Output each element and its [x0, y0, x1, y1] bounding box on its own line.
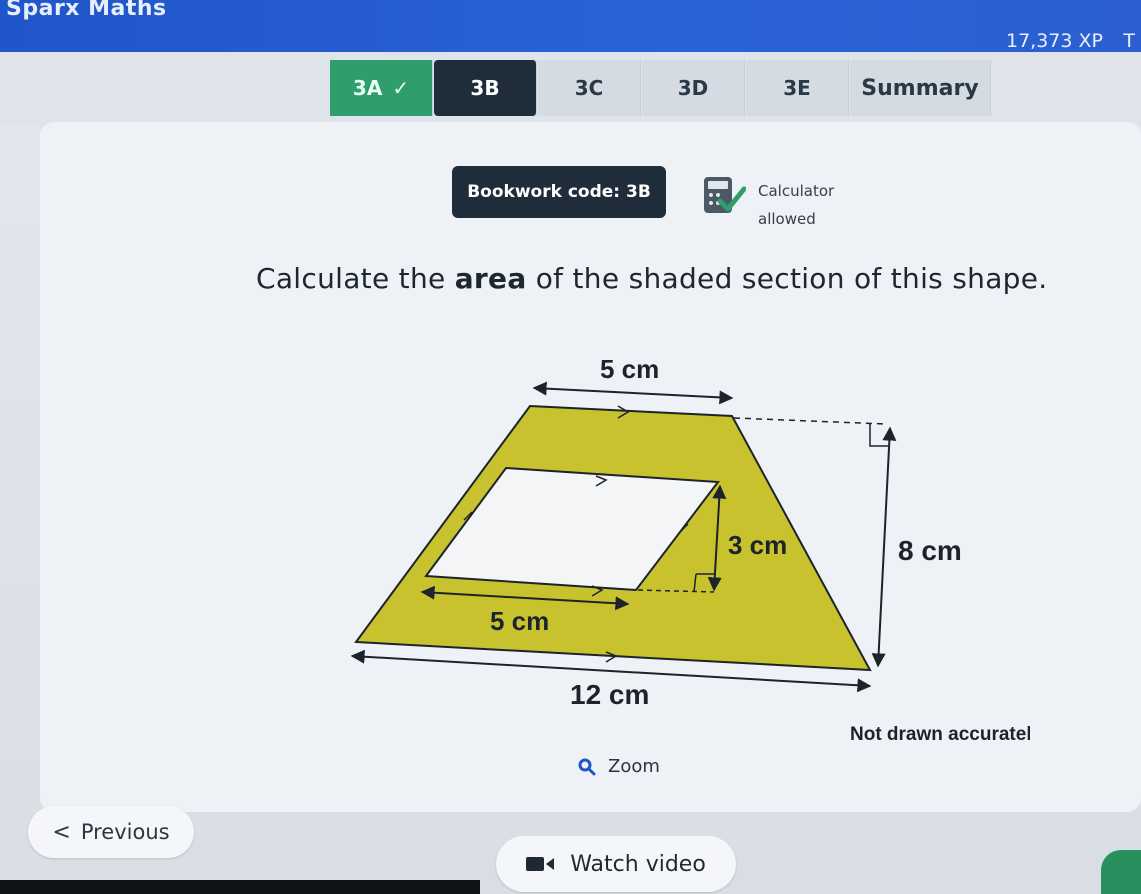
bookwork-code-badge: Bookwork code: 3B — [452, 166, 666, 218]
right-angle-marker — [869, 424, 888, 447]
tab-label: 3B — [470, 76, 500, 100]
height-label: 8 cm — [898, 535, 962, 566]
xp-counter: 17,373 XP — [1006, 30, 1103, 52]
calculator-label: Calculator — [758, 182, 835, 200]
task-tabs: 3A ✓ 3B 3C 3D 3E Summary — [0, 52, 1141, 126]
previous-label: Previous — [80, 820, 170, 844]
inner-base-label: 5 cm — [490, 606, 549, 636]
top-width-arrow — [532, 381, 734, 405]
question-part: Calculate the — [256, 262, 455, 295]
tab-3a[interactable]: 3A ✓ — [330, 60, 433, 116]
brand-logo[interactable]: Sparx Maths — [6, 0, 167, 21]
bottom-width-label: 12 cm — [570, 679, 649, 710]
zoom-button[interactable]: Zoom — [578, 756, 660, 777]
tab-summary[interactable]: Summary — [850, 60, 991, 116]
calculator-icon — [704, 177, 746, 213]
tab-3c[interactable]: 3C — [538, 60, 641, 116]
screen-bottom-edge — [0, 880, 480, 894]
chevron-left-icon: < — [52, 819, 71, 845]
inner-height-label: 3 cm — [728, 530, 787, 560]
trapezium-diagram: 5 cm 8 cm 3 cm 5 cm 12 cm Not drawn accu… — [350, 354, 1030, 745]
tab-label: 3A — [352, 76, 383, 100]
zoom-label: Zoom — [608, 756, 660, 777]
top-header: Sparx Maths 17,373 XP T — [0, 0, 1141, 52]
check-icon: ✓ — [392, 76, 410, 100]
tab-label: 3D — [677, 76, 709, 100]
tab-3b[interactable]: 3B — [434, 60, 537, 116]
magnifier-icon — [578, 758, 596, 775]
tab-label: 3C — [574, 76, 604, 100]
watch-video-label: Watch video — [570, 851, 706, 877]
video-camera-icon — [526, 857, 555, 871]
page: Sparx Maths 17,373 XP T 3A ✓ 3B 3C 3D 3E… — [0, 0, 1141, 894]
tab-label: 3E — [783, 76, 811, 100]
watch-video-button[interactable]: Watch video — [496, 836, 736, 892]
tab-3d[interactable]: 3D — [642, 60, 745, 116]
tab-label: Summary — [861, 75, 979, 101]
previous-button[interactable]: < Previous — [28, 806, 194, 858]
tab-3e[interactable]: 3E — [746, 60, 849, 116]
top-width-label: 5 cm — [600, 354, 659, 384]
height-guide-line — [733, 417, 887, 425]
question-emphasis: area — [454, 262, 527, 295]
calculator-allowed: allowed — [758, 210, 816, 228]
corner-button[interactable] — [1101, 850, 1141, 894]
height-arrow — [871, 426, 897, 668]
question-text: Calculate the area of the shaded section… — [256, 262, 1086, 295]
not-to-scale-note: Not drawn accurately — [850, 724, 1030, 745]
header-extra[interactable]: T — [1123, 30, 1135, 52]
question-part: of the shaded section of this shape. — [526, 262, 1048, 295]
calculator-status: Calculator allowed — [758, 177, 834, 233]
